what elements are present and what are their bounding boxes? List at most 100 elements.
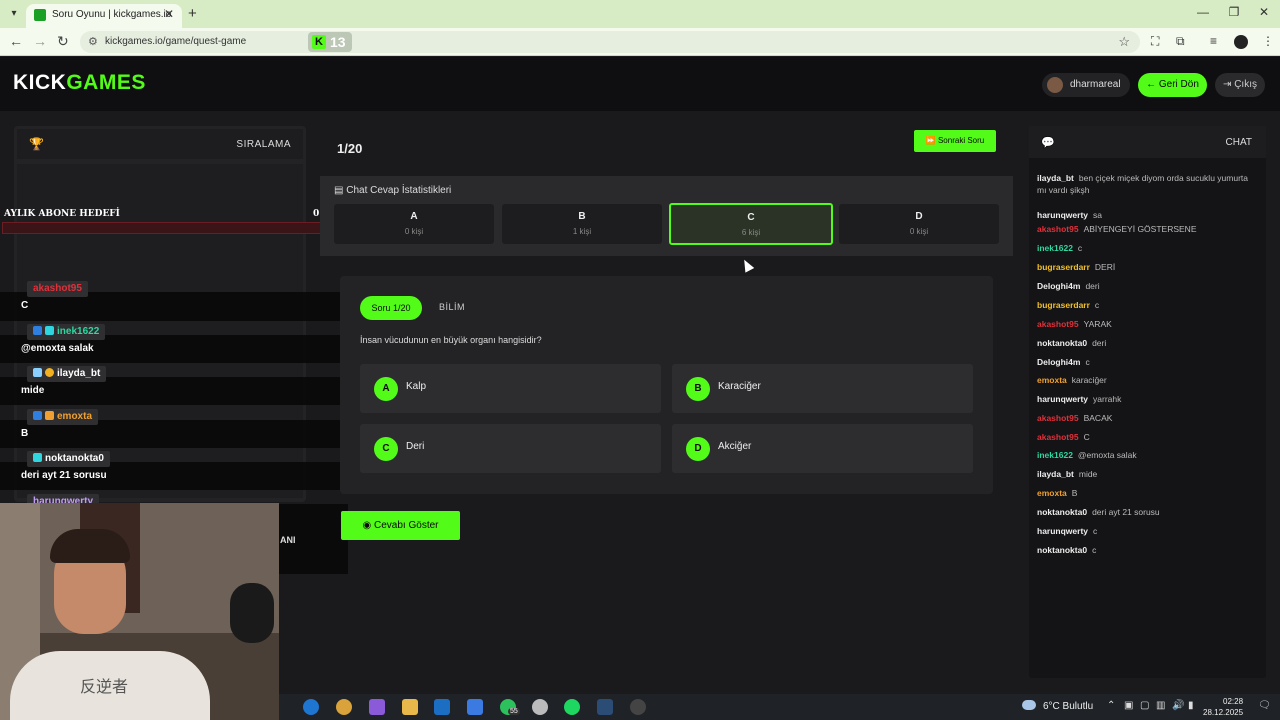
extensions-icon[interactable]: ⧉ <box>1176 34 1185 49</box>
prime-badge-icon <box>33 326 42 335</box>
tray-icon[interactable]: ▢ <box>1140 700 1149 711</box>
kick-extension-badge[interactable]: K 13 <box>308 32 352 52</box>
window-close-icon[interactable]: ✕ <box>1254 5 1274 19</box>
address-bar[interactable]: ⚙ kickgames.io/game/quest-game K 13 ☆ <box>80 31 1140 53</box>
stat-count: 6 kişi <box>741 228 761 237</box>
chat-username[interactable]: akashot95 <box>1037 413 1079 423</box>
chat-username[interactable]: noktanokta0 <box>1037 507 1087 517</box>
chat-username[interactable]: emoxta <box>1037 375 1067 385</box>
option-letter: C <box>374 437 398 461</box>
media-icon[interactable]: ≡ <box>1210 34 1217 48</box>
logout-button[interactable]: ⇥ Çıkış <box>1215 73 1265 97</box>
minimize-icon[interactable]: — <box>1193 5 1213 19</box>
weather-text[interactable]: 6°C Bulutlu <box>1043 701 1093 712</box>
chat-message: emoxta karaciğer <box>1037 374 1257 386</box>
chat-username[interactable]: akashot95 <box>1037 432 1079 442</box>
kickgames-favicon-icon <box>34 9 46 21</box>
obs-icon[interactable] <box>630 699 646 715</box>
steam-icon[interactable] <box>597 699 613 715</box>
screenshot-icon[interactable]: ⛶ <box>1151 34 1159 49</box>
next-question-label: Sonraki Soru <box>937 136 985 145</box>
overlay-chat-text: @emoxta salak <box>21 343 94 354</box>
stat-count: 0 kişi <box>909 227 929 236</box>
clock[interactable]: 02:28 28.12.2025 <box>1203 696 1243 718</box>
back-button[interactable]: ← Geri Dön <box>1138 73 1207 97</box>
option-letter: A <box>374 377 398 401</box>
kick-logo-icon: K <box>312 35 326 49</box>
chat-text: deri ayt 21 sorusu <box>1092 507 1160 517</box>
url-text: kickgames.io/game/quest-game <box>105 36 247 47</box>
chevron-up-icon[interactable]: ⌃ <box>1107 700 1115 711</box>
option-b[interactable]: B Karaciğer <box>672 364 973 413</box>
overlay-chat-username: ilayda_bt <box>27 366 107 382</box>
chat-username[interactable]: bugraserdarr <box>1037 300 1090 310</box>
option-c[interactable]: C Deri <box>360 424 661 473</box>
sub-goal-label: AYLIK ABONE HEDEFİ <box>4 209 120 219</box>
chat-username[interactable]: ilayda_bt <box>1037 173 1074 183</box>
chat-username[interactable]: ilayda_bt <box>1037 469 1074 479</box>
copilot-icon[interactable] <box>369 699 385 715</box>
chat-username[interactable]: bugraserdarr <box>1037 262 1090 272</box>
windows-taskbar: 55 6°C Bulutlu ⌃ ▣ ▢ ▥ 🔊 ▮ 02:28 28.12.2… <box>279 694 1280 720</box>
chat-username[interactable]: Deloghi4m <box>1037 281 1080 291</box>
tab-search-icon[interactable]: ▾ <box>6 6 22 22</box>
leaderboard-title: SIRALAMA <box>236 139 291 150</box>
edge-icon[interactable] <box>303 699 319 715</box>
chat-username[interactable]: harunqwerty <box>1037 210 1088 220</box>
forward-arrow-icon[interactable]: → <box>33 33 47 49</box>
reveal-answer-button[interactable]: ◉ Cevabı Göster <box>341 511 460 540</box>
chat-message: noktanokta0 deri <box>1037 337 1257 349</box>
new-tab-icon[interactable]: + <box>188 5 197 22</box>
spotify-icon[interactable] <box>564 699 580 715</box>
reveal-answer-label: Cevabı Göster <box>374 520 439 531</box>
whatsapp-icon[interactable]: 55 <box>500 699 520 715</box>
logo-main: KICK <box>13 71 67 94</box>
chat-username[interactable]: akashot95 <box>1037 224 1079 234</box>
chat-username[interactable]: inek1622 <box>1037 243 1073 253</box>
notification-icon[interactable]: 🗨 <box>1258 700 1271 711</box>
chat-username[interactable]: noktanokta0 <box>1037 545 1087 555</box>
option-d[interactable]: D Akciğer <box>672 424 973 473</box>
file-explorer-icon[interactable] <box>402 699 418 715</box>
chat-text: yarrahk <box>1093 394 1122 404</box>
kick-viewer-count: 13 <box>330 34 346 50</box>
menu-kebab-icon[interactable]: ⋮ <box>1262 34 1274 48</box>
option-a[interactable]: A Kalp <box>360 364 661 413</box>
chat-username[interactable]: akashot95 <box>1037 319 1079 329</box>
browser-tabbar: ▾ Soru Oyunu | kickgames.io ✕ + — ❐ ✕ <box>0 0 1280 28</box>
bookmark-star-icon[interactable]: ☆ <box>1118 34 1130 50</box>
clock-time: 02:28 <box>1223 697 1244 706</box>
overlay-username-text: ilayda_bt <box>57 368 101 379</box>
chat-username[interactable]: Deloghi4m <box>1037 357 1080 367</box>
chat-username[interactable]: noktanokta0 <box>1037 338 1087 348</box>
chat-text: c <box>1094 300 1100 310</box>
reload-icon[interactable]: ↻ <box>57 33 69 50</box>
settings-gear-icon[interactable] <box>532 699 548 715</box>
chat-username[interactable]: harunqwerty <box>1037 526 1088 536</box>
browser-tab[interactable]: Soru Oyunu | kickgames.io ✕ <box>26 4 182 28</box>
kickgames-logo[interactable]: KICKGAMES <box>13 71 146 95</box>
question-category: BİLİM <box>439 302 466 312</box>
chat-username[interactable]: inek1622 <box>1037 450 1073 460</box>
tray-icon[interactable]: ▣ <box>1124 700 1133 711</box>
tab-close-icon[interactable]: ✕ <box>164 7 174 21</box>
chat-bubbles-icon: 💬 <box>1041 137 1055 149</box>
user-chip[interactable]: dharmareal <box>1042 73 1130 97</box>
tray-icon[interactable]: ▥ <box>1156 700 1165 711</box>
back-arrow-icon[interactable]: ← <box>9 33 23 49</box>
chat-text: deri <box>1092 338 1107 348</box>
profile-avatar[interactable] <box>1234 35 1248 49</box>
overlay-username-text: akashot95 <box>33 283 82 294</box>
outlook-icon[interactable] <box>434 699 450 715</box>
chat-username[interactable]: harunqwerty <box>1037 394 1088 404</box>
overlay-chat-username: emoxta <box>27 409 99 425</box>
battery-icon[interactable]: ▮ <box>1188 700 1194 711</box>
chat-username[interactable]: emoxta <box>1037 488 1067 498</box>
restore-icon[interactable]: ❐ <box>1224 5 1244 19</box>
next-question-button[interactable]: ⏩ Sonraki Soru <box>914 130 996 152</box>
prime-badge-icon <box>33 411 42 420</box>
chrome-icon[interactable] <box>336 699 352 715</box>
store-icon[interactable] <box>467 699 483 715</box>
site-info-icon[interactable]: ⚙ <box>88 35 98 48</box>
volume-icon[interactable]: 🔊 <box>1172 700 1184 711</box>
